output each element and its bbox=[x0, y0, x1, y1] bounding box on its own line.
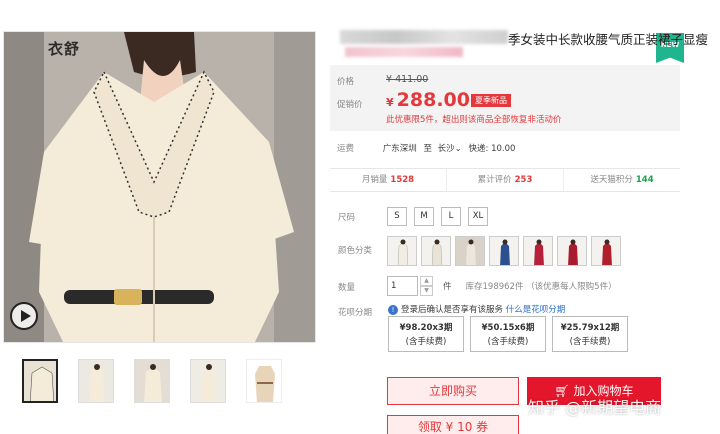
huabei-label: 花呗分期 bbox=[338, 308, 373, 318]
shipping-row: 运费 广东深圳 至 长沙⌄ 快递: 10.00 bbox=[337, 142, 515, 154]
title-blurred bbox=[340, 30, 508, 44]
ship-destination-select[interactable]: 长沙⌄ bbox=[438, 144, 462, 154]
size-options: S M L XL bbox=[387, 207, 488, 226]
color-swatch[interactable] bbox=[489, 236, 519, 266]
installment-option[interactable]: ¥50.15x6期 (含手续费) bbox=[470, 316, 546, 352]
monthly-sales: 月销量 1528 bbox=[330, 169, 447, 191]
promo-price: ¥288.00 bbox=[386, 89, 470, 111]
installment-option[interactable]: ¥25.79x12期 (含手续费) bbox=[552, 316, 628, 352]
thumbnail[interactable] bbox=[78, 359, 114, 403]
decrement-icon[interactable]: ▼ bbox=[420, 286, 433, 296]
installment-option[interactable]: ¥98.20x3期 (含手续费) bbox=[388, 316, 464, 352]
claim-coupon-button[interactable]: 领取 ¥ 10 券 bbox=[387, 415, 519, 434]
color-swatch[interactable] bbox=[387, 236, 417, 266]
thumbnail[interactable] bbox=[246, 359, 282, 403]
play-video-icon[interactable] bbox=[10, 302, 38, 330]
promo-tag: 夏季新品 bbox=[471, 94, 511, 107]
thumbnail[interactable] bbox=[22, 359, 58, 403]
size-option[interactable]: L bbox=[441, 207, 461, 226]
watermark: 知乎 @新期望电商 bbox=[528, 398, 662, 417]
quantity-stepper: 1 ▲ ▼ 件 库存198962件 （该优惠每人限购5件） bbox=[387, 276, 617, 296]
ship-method: 快递: 10.00 bbox=[468, 144, 516, 154]
main-product-image[interactable] bbox=[3, 31, 316, 343]
size-option[interactable]: XL bbox=[468, 207, 488, 226]
shipping-label: 运费 bbox=[337, 144, 355, 154]
increment-icon[interactable]: ▲ bbox=[420, 276, 433, 286]
color-swatch[interactable] bbox=[523, 236, 553, 266]
promo-note: 此优惠限5件，超出则该商品全部恢复非活动价 bbox=[386, 115, 562, 125]
ship-to-word: 至 bbox=[423, 144, 432, 154]
sales-stats: 月销量 1528 累计评价 253 送天猫积分 144 bbox=[330, 168, 680, 192]
info-icon: ! bbox=[388, 305, 398, 315]
color-swatch[interactable] bbox=[455, 236, 485, 266]
product-photo bbox=[4, 32, 315, 342]
promo-price-label: 促销价 bbox=[337, 100, 363, 110]
huabei-help-link[interactable]: 什么是花呗分期 bbox=[506, 305, 566, 315]
quantity-input[interactable]: 1 bbox=[387, 276, 418, 296]
huabei-note: ! 登录后确认是否享有该服务 什么是花呗分期 bbox=[388, 303, 565, 315]
installment-options: ¥98.20x3期 (含手续费) ¥50.15x6期 (含手续费) ¥25.79x1… bbox=[388, 316, 628, 352]
size-option[interactable]: S bbox=[387, 207, 407, 226]
quantity-unit: 件 bbox=[443, 282, 452, 292]
color-swatch[interactable] bbox=[421, 236, 451, 266]
color-label: 颜色分类 bbox=[338, 246, 373, 256]
ship-from: 广东深圳 bbox=[382, 144, 417, 154]
price-box: 价格 ¥ 411.00 促销价 ¥288.00 夏季新品 此优惠限5件，超出则该… bbox=[330, 65, 680, 131]
original-price: ¥ 411.00 bbox=[386, 74, 429, 85]
buy-now-button[interactable]: 立即购买 bbox=[387, 377, 519, 405]
stock-info: 库存198962件 （该优惠每人限购5件） bbox=[465, 282, 617, 292]
tmall-points: 送天猫积分 144 bbox=[590, 175, 654, 185]
color-options bbox=[387, 236, 621, 266]
subtitle-blurred bbox=[345, 47, 463, 57]
brand-logo: 衣舒 bbox=[48, 40, 81, 58]
thumbnail[interactable] bbox=[134, 359, 170, 403]
thumbnail-strip bbox=[22, 359, 282, 403]
size-option[interactable]: M bbox=[414, 207, 434, 226]
price-label: 价格 bbox=[337, 77, 355, 87]
color-swatch[interactable] bbox=[557, 236, 587, 266]
total-reviews[interactable]: 累计评价 253 bbox=[447, 169, 564, 191]
thumbnail[interactable] bbox=[190, 359, 226, 403]
quantity-label: 数量 bbox=[338, 283, 356, 293]
size-label: 尺码 bbox=[338, 213, 356, 223]
color-swatch[interactable] bbox=[591, 236, 621, 266]
product-title: 季女装中长款收腰气质正装裙子显瘦 bbox=[508, 32, 709, 47]
chevron-down-icon: ⌄ bbox=[454, 144, 462, 154]
